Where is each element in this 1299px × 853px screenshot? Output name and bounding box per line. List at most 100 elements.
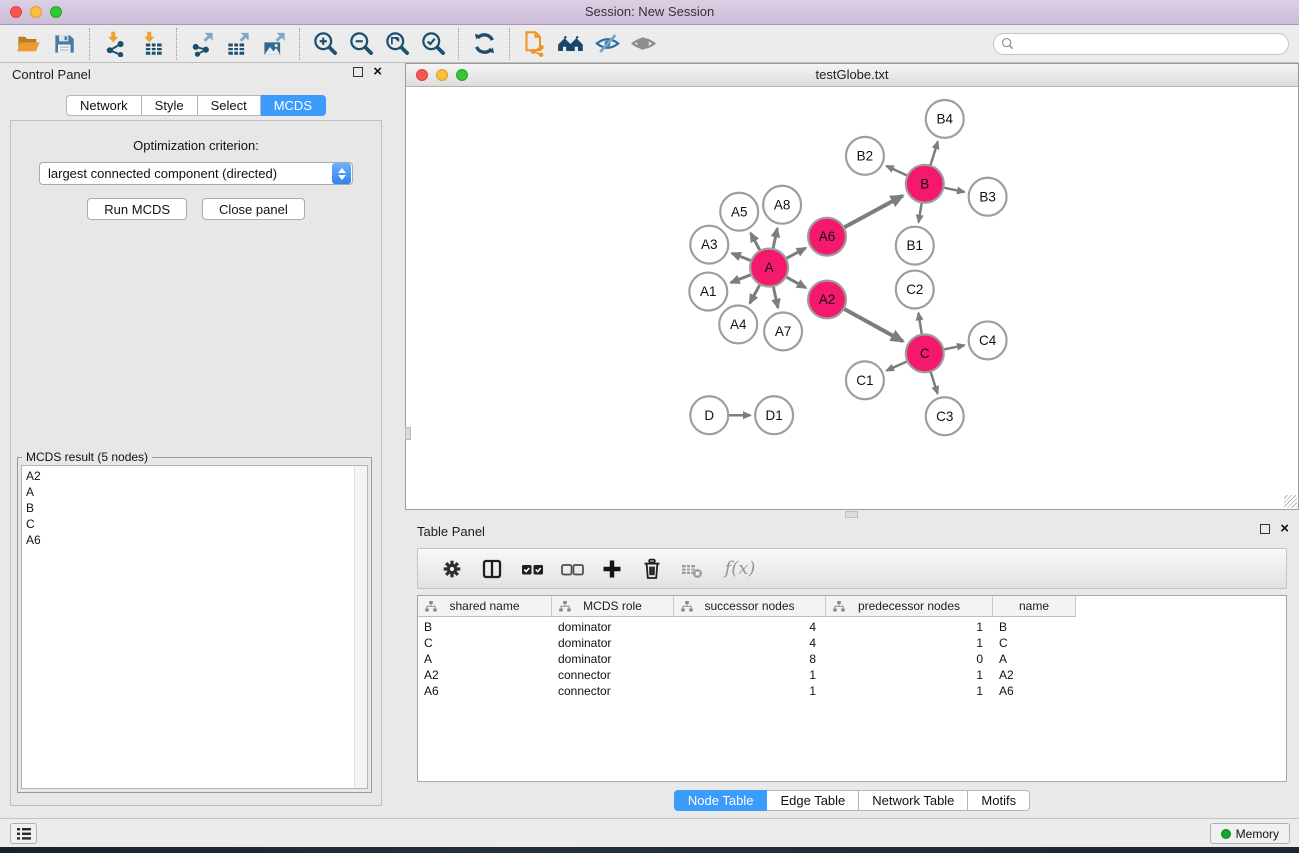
table-cell: A2 — [418, 667, 552, 683]
save-session-button[interactable] — [46, 28, 82, 60]
export-image-icon — [261, 30, 288, 57]
graph-edge-A-A7[interactable] — [773, 284, 778, 308]
close-panel-button[interactable]: Close panel — [202, 198, 305, 220]
task-history-button[interactable] — [10, 823, 37, 844]
table-header-cell[interactable]: name — [993, 596, 1076, 617]
control-panel-title: Control Panel — [12, 67, 91, 82]
horizontal-splitter[interactable] — [405, 510, 1299, 520]
table-cell: 4 — [674, 619, 826, 635]
graph-edge-A-A5[interactable] — [751, 233, 762, 253]
float-panel-icon[interactable] — [353, 67, 363, 77]
app: { "app": { "title": "Session: New Sessio… — [0, 0, 1299, 853]
table-cell: A — [418, 651, 552, 667]
graph-edge-B-B3[interactable] — [941, 187, 964, 192]
import-table-button[interactable] — [133, 28, 169, 60]
close-window-button[interactable] — [10, 6, 22, 18]
tab-style[interactable]: Style — [142, 95, 198, 116]
table-header-cell[interactable]: predecessor nodes — [826, 596, 993, 617]
zoom-in-button[interactable] — [307, 28, 343, 60]
result-list-item[interactable]: A6 — [22, 532, 367, 548]
graph-edge-A-A2[interactable] — [784, 276, 806, 288]
export-network-button[interactable] — [184, 28, 220, 60]
delete-column-button[interactable] — [632, 552, 672, 586]
new-network-from-selection-button[interactable] — [517, 28, 553, 60]
table-row[interactable]: Adominator80A — [418, 651, 1286, 667]
graph-edge-B-B2[interactable] — [886, 166, 909, 177]
delete-table-button[interactable] — [672, 552, 712, 586]
node-table: shared nameMCDS rolesuccessor nodesprede… — [417, 595, 1287, 782]
criterion-select[interactable]: largest connected component (directed) — [39, 162, 353, 185]
deselect-all-button[interactable] — [552, 552, 592, 586]
run-mcds-button[interactable]: Run MCDS — [87, 198, 187, 220]
graph-edge-A-A8[interactable] — [773, 228, 778, 251]
table-row[interactable]: A2connector11A2 — [418, 667, 1286, 683]
table-header-cell[interactable]: MCDS role — [552, 596, 674, 617]
tab-network-table[interactable]: Network Table — [859, 790, 968, 811]
splitter-grip[interactable] — [845, 511, 858, 518]
result-list-item[interactable]: B — [22, 500, 367, 516]
hide-selected-button[interactable] — [589, 28, 625, 60]
graph-edge-C-C4[interactable] — [941, 345, 964, 350]
window-resize-grip[interactable] — [1284, 495, 1297, 508]
add-column-button[interactable] — [592, 552, 632, 586]
graph-edge-C-C1[interactable] — [886, 360, 909, 370]
graph-edge-A2-C[interactable] — [842, 308, 903, 342]
graph-edge-A6-B[interactable] — [842, 196, 903, 229]
graph-edge-A-A4[interactable] — [750, 282, 761, 303]
show-all-button[interactable] — [625, 28, 661, 60]
minimize-window-button[interactable] — [30, 6, 42, 18]
search-input[interactable] — [1018, 37, 1281, 51]
float-panel-icon[interactable] — [1260, 524, 1270, 534]
export-image-button[interactable] — [256, 28, 292, 60]
graph-edge-A-A6[interactable] — [784, 248, 806, 260]
column-visibility-button[interactable] — [472, 552, 512, 586]
apply-function-button[interactable]: f(x) — [712, 552, 768, 586]
export-table-button[interactable] — [220, 28, 256, 60]
table-row[interactable]: Bdominator41B — [418, 619, 1286, 635]
graph-edge-A-A1[interactable] — [731, 274, 754, 283]
graph-edge-C-C2[interactable] — [918, 313, 922, 337]
maximize-window-button[interactable] — [50, 6, 62, 18]
table-cell: A6 — [418, 683, 552, 699]
open-session-button[interactable] — [10, 28, 46, 60]
reset-view-button[interactable] — [553, 28, 589, 60]
close-panel-icon[interactable]: × — [1280, 524, 1289, 534]
result-list-item[interactable]: C — [22, 516, 367, 532]
graph-edge-A-A3[interactable] — [732, 253, 753, 261]
graph-edge-C-C3[interactable] — [930, 370, 938, 394]
table-row[interactable]: A6connector11A6 — [418, 683, 1286, 699]
table-header-cell[interactable]: successor nodes — [674, 596, 826, 617]
table-row[interactable]: Cdominator41C — [418, 635, 1286, 651]
graph-edge-B-B1[interactable] — [919, 201, 923, 223]
refresh-icon — [471, 30, 498, 57]
result-list-item[interactable]: A2 — [22, 468, 367, 484]
table-cell: dominator — [552, 619, 674, 635]
graph-edge-B-B4[interactable] — [930, 142, 938, 168]
close-panel-icon[interactable]: × — [373, 67, 382, 77]
mcds-panel: Optimization criterion: largest connecte… — [10, 120, 382, 806]
zoom-selected-icon — [420, 30, 447, 57]
zoom-selected-button[interactable] — [415, 28, 451, 60]
tab-node-table[interactable]: Node Table — [674, 790, 768, 811]
memory-button[interactable]: Memory — [1210, 823, 1290, 844]
table-tabs: Node TableEdge TableNetwork TableMotifs — [405, 790, 1299, 811]
splitter-grip[interactable] — [405, 427, 411, 440]
zoom-fit-button[interactable] — [379, 28, 415, 60]
table-settings-button[interactable] — [432, 552, 472, 586]
network-close-button[interactable] — [416, 69, 428, 81]
network-minimize-button[interactable] — [436, 69, 448, 81]
network-canvas[interactable]: AA1A2A3A4A5A6A7A8BB1B2B3B4CC1C2C3C4DD1 — [406, 87, 1298, 509]
result-list-item[interactable]: A — [22, 484, 367, 500]
apply-layout-button[interactable] — [466, 28, 502, 60]
tab-motifs[interactable]: Motifs — [968, 790, 1030, 811]
tab-network[interactable]: Network — [66, 95, 142, 116]
import-network-button[interactable] — [97, 28, 133, 60]
result-scrollbar[interactable] — [354, 466, 367, 788]
zoom-out-button[interactable] — [343, 28, 379, 60]
select-all-button[interactable] — [512, 552, 552, 586]
table-header-cell[interactable]: shared name — [418, 596, 552, 617]
tab-select[interactable]: Select — [198, 95, 261, 116]
tab-edge-table[interactable]: Edge Table — [767, 790, 859, 811]
tab-mcds[interactable]: MCDS — [261, 95, 326, 116]
network-maximize-button[interactable] — [456, 69, 468, 81]
